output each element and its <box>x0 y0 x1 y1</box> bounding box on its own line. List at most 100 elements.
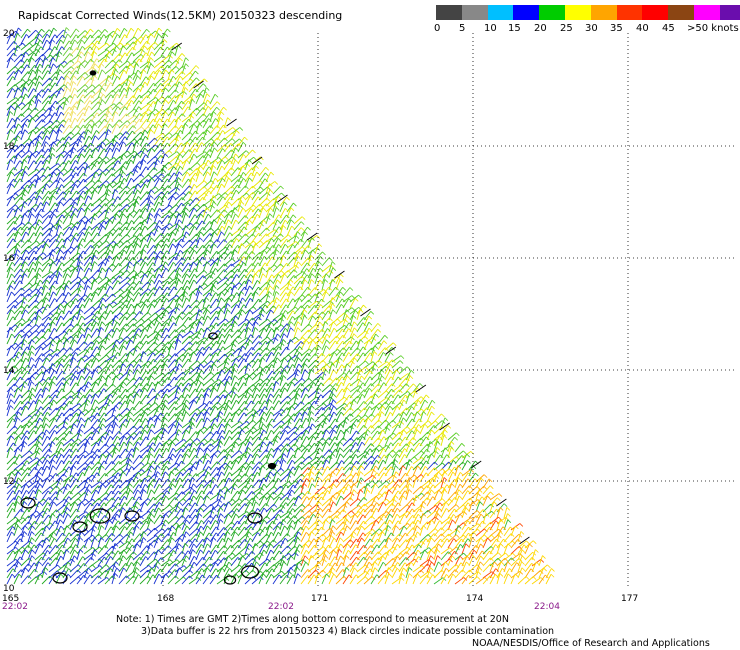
wind-barb-feather <box>88 135 93 140</box>
wind-barb-feather <box>249 309 253 314</box>
wind-barb-feather <box>199 165 204 170</box>
wind-barb-feather <box>96 340 100 344</box>
wind-barb-feather <box>24 189 29 193</box>
wind-barb-feather <box>191 99 196 103</box>
wind-barb-feather <box>164 123 168 127</box>
wind-barb-feather <box>133 317 138 322</box>
wind-barb-feather <box>193 123 197 128</box>
wind-barb-feather <box>29 330 33 335</box>
wind-barb-feather <box>10 171 15 176</box>
wind-barb-feather <box>116 147 120 152</box>
wind-barb-feather <box>67 249 72 254</box>
wind-barb-feather <box>208 388 212 392</box>
wind-barb-feather <box>74 201 79 206</box>
wind-barb-feather <box>178 81 183 86</box>
wind-barb <box>125 377 134 387</box>
wind-barb <box>27 246 37 255</box>
wind-barb-feather <box>29 282 33 287</box>
wind-barb-feather <box>291 381 296 386</box>
wind-barb <box>97 276 107 285</box>
wind-barb-feather <box>129 291 134 295</box>
wind-barb <box>83 262 91 273</box>
wind-barb-feather <box>52 63 57 68</box>
wind-barb-feather <box>64 300 68 305</box>
wind-barb-feather <box>80 51 85 55</box>
wind-barb-feather <box>138 328 142 332</box>
wind-barb-feather <box>235 153 239 158</box>
wind-barb-feather <box>291 225 295 230</box>
wind-barb-feather <box>108 267 112 271</box>
wind-barb-feather <box>140 324 145 328</box>
wind-barb-feather <box>207 213 212 218</box>
wind-barb-feather <box>167 28 171 33</box>
wind-barb-feather <box>47 130 51 134</box>
wind-barb-feather <box>85 367 90 371</box>
wind-barb <box>118 282 128 291</box>
wind-barb <box>188 291 193 303</box>
wind-barb-feather <box>75 352 79 356</box>
wind-barb-feather <box>123 28 128 32</box>
wind-barb-feather <box>116 327 120 332</box>
wind-barb-feather <box>225 361 230 365</box>
wind-barb <box>83 346 91 357</box>
wind-barb-feather <box>28 150 33 154</box>
wind-barb-feather <box>276 249 280 253</box>
wind-barb-feather <box>28 221 32 226</box>
wind-barb-feather <box>248 255 252 259</box>
wind-barb-feather <box>178 183 182 187</box>
wind-barb-feather <box>101 375 106 380</box>
wind-barb-feather <box>289 279 294 283</box>
wind-barb <box>216 196 224 207</box>
wind-barb-feather <box>161 342 166 346</box>
wind-barb-feather <box>11 118 16 122</box>
wind-barb-feather <box>109 321 113 326</box>
wind-barb-feather <box>221 165 225 170</box>
wind-barb-feather <box>70 197 74 202</box>
wind-barb-feather <box>235 219 239 224</box>
wind-barb-feather <box>89 226 93 230</box>
wind-barb-feather <box>224 192 229 196</box>
wind-barb-feather <box>246 240 250 245</box>
wind-barb-feather <box>203 180 208 184</box>
wind-barb-feather <box>358 294 362 299</box>
wind-barb-feather <box>30 351 35 355</box>
wind-barb <box>328 335 337 345</box>
wind-barb-feather <box>11 357 16 362</box>
wind-barb <box>174 387 179 399</box>
wind-barb-feather <box>58 219 63 223</box>
wind-barb <box>27 117 33 129</box>
wind-barb-feather <box>158 195 163 200</box>
wind-barb-feather <box>168 161 173 166</box>
wind-barb <box>90 189 95 201</box>
wind-barb-feather <box>231 269 236 274</box>
wind-barb-feather <box>158 267 162 272</box>
wind-barb-feather <box>89 100 93 104</box>
wind-barb-feather <box>224 251 228 256</box>
wind-barb-feather <box>339 357 343 361</box>
wind-barb-feather <box>159 178 163 182</box>
wind-barb <box>223 294 233 303</box>
wind-barb <box>293 216 303 225</box>
wind-barb-feather <box>133 311 137 316</box>
wind-barb-feather <box>46 135 50 140</box>
wind-barb-feather <box>32 261 37 266</box>
wind-barb-feather <box>122 171 126 175</box>
wind-barb-feather <box>81 219 86 224</box>
wind-barb-feather <box>263 327 268 332</box>
wind-barb-feather <box>40 346 45 350</box>
wind-barb <box>41 258 51 267</box>
wind-barb-feather <box>199 321 203 325</box>
wind-barb <box>48 261 54 273</box>
wind-barb-feather <box>29 114 33 119</box>
wind-barb-feather <box>213 171 218 175</box>
wind-barb-feather <box>248 219 253 224</box>
wind-barb-feather <box>326 339 330 344</box>
wind-barb-feather <box>227 219 232 224</box>
wind-barb <box>188 360 198 369</box>
wind-barb-feather <box>248 321 253 326</box>
wind-barb-feather <box>166 226 170 230</box>
wind-barb-feather <box>177 339 182 343</box>
wind-barb-feather <box>102 297 107 302</box>
wind-barb-feather <box>52 57 56 61</box>
wind-barb-feather <box>161 77 166 82</box>
